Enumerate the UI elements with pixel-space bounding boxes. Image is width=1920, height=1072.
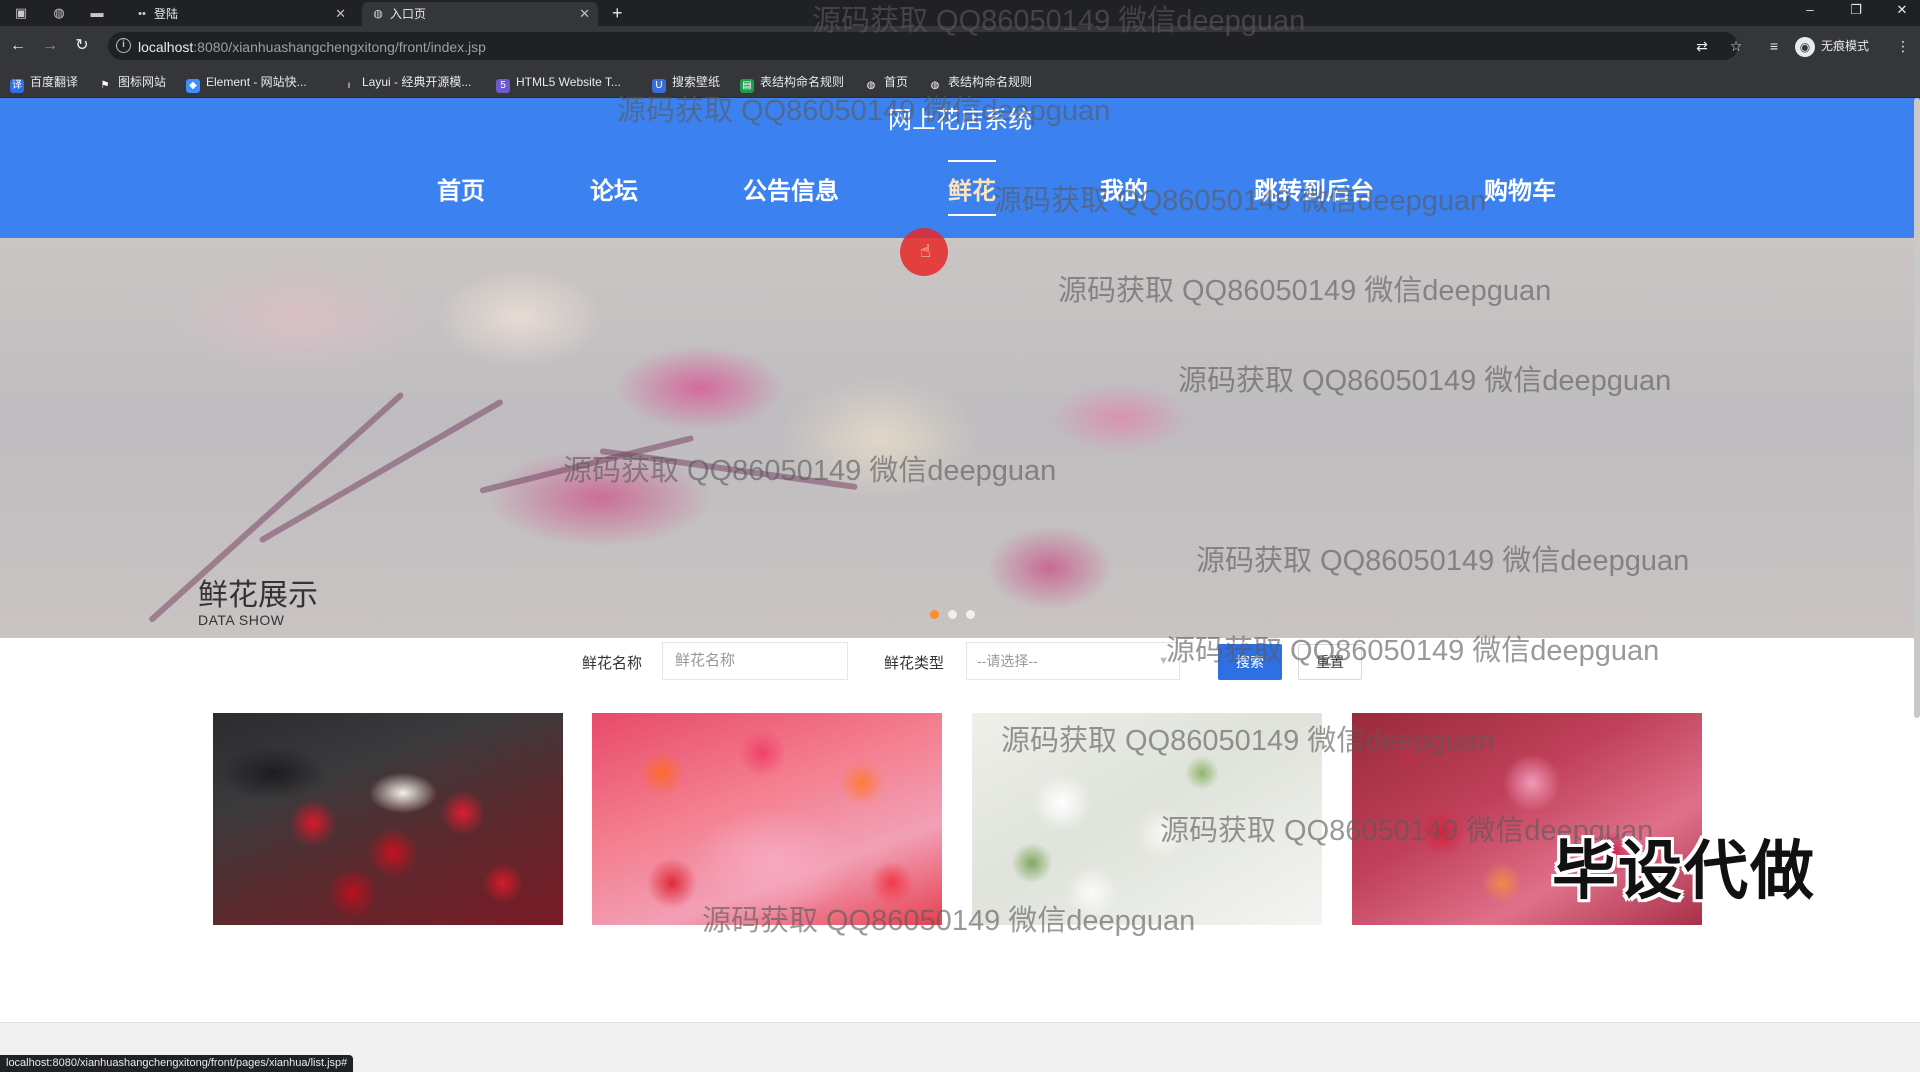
status-bar-url: localhost:8080/xianhuashangchengxitong/f… [0, 1055, 354, 1072]
search-button[interactable]: 搜索 [1218, 644, 1282, 680]
dots-icon: •• [138, 8, 146, 20]
bilibili-icon[interactable]: ▣ [12, 4, 30, 22]
chevron-down-icon: ▼ [1158, 655, 1169, 667]
incognito-profile[interactable]: ◉ 无痕模式 [1795, 34, 1869, 58]
sheet-icon: ▤ [740, 79, 754, 93]
main-nav: 首页 论坛 公告信息 鲜花 我的 跳转到后台 购物车 [0, 146, 1920, 238]
address-bar[interactable]: i localhost:8080/xianhuashangchengxitong… [108, 32, 1738, 60]
product-card-white-bouquet[interactable] [972, 713, 1322, 925]
carousel-dot[interactable] [930, 610, 939, 619]
reset-button[interactable]: 重置 [1298, 644, 1362, 680]
tab-title: 登陆 [154, 7, 179, 21]
url-text[interactable]: localhost:8080/xianhuashangchengxitong/f… [138, 39, 486, 55]
layui-icon: ı [342, 79, 356, 93]
nav-home[interactable]: 首页 [437, 174, 485, 210]
bookmarks-bar: 译百度翻译 ⚑ 图标网站 ◆ Element - 网站快... ı Layui - 经… [0, 66, 1920, 98]
site-header: 网上花店系统 首页 论坛 公告信息 鲜花 我的 跳转到后台 购物车 [0, 98, 1920, 238]
html5-icon: 5 [496, 79, 510, 93]
mouse-cursor-highlight: ☝ [900, 228, 948, 276]
nav-announcements[interactable]: 公告信息 [743, 174, 839, 210]
minimize-icon[interactable]: – [1794, 0, 1826, 22]
bookmark-item[interactable]: 5 HTML5 Website T... [496, 73, 621, 93]
profile-label: 无痕模式 [1821, 39, 1870, 53]
site-title: 网上花店系统 [888, 107, 1032, 134]
nav-cart[interactable]: 购物车 [1484, 174, 1556, 210]
globe-icon: ◍ [864, 79, 878, 93]
bookmark-item[interactable]: 译百度翻译 [10, 73, 78, 93]
info-icon[interactable]: i [116, 38, 131, 53]
section-title: 鲜花展示 [198, 579, 318, 612]
bookmark-item[interactable]: ◆ Element - 网站快... [186, 73, 307, 93]
tab-title: 入口页 [390, 7, 427, 21]
nav-mine[interactable]: 我的 [1100, 174, 1148, 210]
flower-name-label: 鲜花名称 [582, 655, 643, 672]
flower-type-label: 鲜花类型 [884, 655, 945, 672]
page-scrollbar[interactable] [1914, 98, 1920, 718]
carousel-dot[interactable] [966, 610, 975, 619]
tab-login[interactable]: •• 登陆 ✕ [126, 2, 354, 26]
bookmark-item[interactable]: ı Layui - 经典开源模... [342, 73, 471, 93]
nav-admin[interactable]: 跳转到后台 [1254, 174, 1374, 210]
star-icon[interactable]: ☆ [1726, 36, 1746, 56]
tab-entry-page[interactable]: ◍ 入口页 ✕ [362, 2, 598, 26]
wallpaper-icon: U [652, 79, 666, 93]
bookmark-item[interactable]: U 搜索壁纸 [652, 73, 720, 93]
browser-toolbar: ← → ↻ i localhost:8080/xianhuashangcheng… [0, 26, 1920, 66]
reading-list-icon[interactable]: ≡ [1764, 36, 1784, 56]
bookmark-item[interactable]: ◍ 首页 [864, 73, 908, 93]
flower-stem [479, 434, 695, 494]
bookmark-item[interactable]: ◍ 表结构命名规则 [928, 73, 1032, 93]
globe-icon: ◍ [928, 79, 942, 93]
globe-icon[interactable]: ◍ [50, 4, 68, 22]
flower-type-select[interactable]: --请选择-- ▼ [966, 642, 1180, 680]
close-icon[interactable]: ✕ [579, 2, 590, 26]
new-tab-button[interactable]: + [612, 2, 623, 24]
translate-icon[interactable]: ⇄ [1692, 36, 1712, 56]
bookmark-item[interactable]: ⚑ 图标网站 [98, 73, 166, 93]
carousel-dot[interactable] [948, 610, 957, 619]
reload-icon[interactable]: ↻ [72, 36, 92, 56]
globe-icon: ◍ [373, 8, 383, 20]
back-icon[interactable]: ← [8, 36, 28, 56]
nav-flowers[interactable]: 鲜花 [948, 160, 996, 216]
product-card-red-rose-bouquet[interactable] [213, 713, 563, 925]
section-subtitle: DATA SHOW [198, 612, 285, 628]
product-card-pink-rose-box[interactable] [592, 713, 942, 925]
flower-stem [599, 448, 858, 491]
flower-stem [258, 398, 504, 544]
browser-tab-strip: ▣ ◍ ▬ •• 登陆 ✕ ◍ 入口页 ✕ + – ❐ ✕ [0, 0, 1920, 26]
flower-type-value: --请选择-- [977, 653, 1038, 669]
element-icon: ◆ [186, 79, 200, 93]
restore-icon[interactable]: ❐ [1840, 0, 1872, 22]
translate-icon: 译 [10, 79, 24, 93]
incognito-icon: ◉ [1795, 36, 1815, 57]
close-window-icon[interactable]: ✕ [1886, 0, 1918, 22]
nav-forum[interactable]: 论坛 [590, 174, 638, 210]
bookmark-item[interactable]: ▤ 表结构命名规则 [740, 73, 844, 93]
promo-overlay-text: 毕设代做 [1552, 835, 1816, 907]
flower-name-input[interactable]: 鲜花名称 [662, 642, 848, 680]
hand-cursor-icon: ☝ [920, 241, 931, 261]
window-icon[interactable]: ▬ [88, 4, 106, 22]
carousel-indicators [930, 606, 984, 619]
menu-kebab-icon[interactable]: ⋮ [1896, 36, 1910, 56]
close-icon[interactable]: ✕ [335, 2, 346, 26]
flag-icon: ⚑ [98, 79, 112, 93]
search-form: 鲜花名称 鲜花名称 鲜花类型 --请选择-- ▼ 搜索 重置 [0, 640, 1920, 684]
forward-icon[interactable]: → [40, 36, 60, 56]
